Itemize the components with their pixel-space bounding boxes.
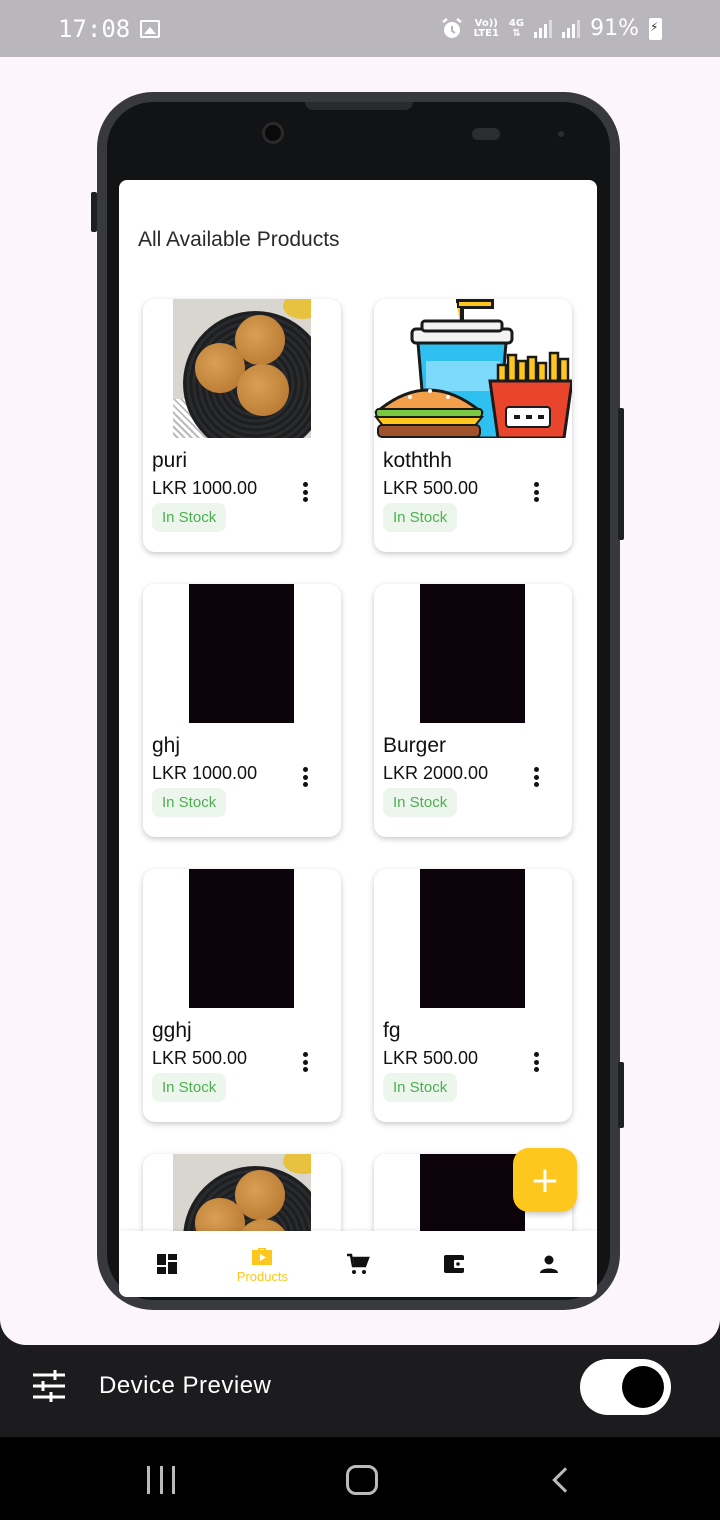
nav-wallet[interactable]	[414, 1252, 494, 1276]
stock-badge: In Stock	[152, 788, 227, 817]
product-image	[189, 584, 294, 723]
gallery-icon	[140, 19, 161, 38]
add-icon: +	[529, 1159, 561, 1201]
phone-frame: All Available Products puri LKR 1000.00	[91, 92, 624, 1310]
more-vert-icon[interactable]	[295, 1050, 315, 1074]
product-card[interactable]: fg LKR 500.00 In Stock	[374, 869, 572, 1122]
app-screen: All Available Products puri LKR 1000.00	[119, 180, 597, 1297]
status-bar: 17:08 Vo)) LTE1 4G ⇅ 91%	[0, 0, 720, 57]
products-icon	[252, 1247, 273, 1265]
battery-percent: 91%	[590, 16, 639, 41]
network-type: 4G ⇅	[508, 17, 525, 39]
status-icons: Vo)) LTE1 4G ⇅ 91%	[440, 16, 662, 41]
camera-icon	[262, 122, 284, 144]
device-preview-area: All Available Products puri LKR 1000.00	[0, 57, 720, 1345]
signal-icon	[562, 19, 581, 38]
status-time: 17:08	[58, 14, 131, 43]
product-image	[173, 299, 311, 438]
product-price: LKR 1000.00	[152, 478, 258, 498]
volte-top-label: Vo))	[474, 17, 498, 29]
product-card[interactable]: koththh LKR 500.00 In Stock	[374, 299, 572, 552]
back-icon[interactable]	[552, 1467, 578, 1493]
nav-cart[interactable]	[318, 1252, 398, 1276]
nav-profile[interactable]	[509, 1252, 589, 1276]
cart-icon	[346, 1253, 370, 1274]
phone-volume-button	[618, 1062, 624, 1128]
phone-power-button	[618, 408, 624, 540]
stock-badge: In Stock	[152, 503, 227, 532]
bottom-navigation: Products	[119, 1231, 597, 1297]
alarm-icon	[441, 17, 462, 38]
signal-icon	[534, 19, 553, 38]
home-icon[interactable]	[346, 1465, 378, 1495]
dashboard-icon	[156, 1254, 177, 1274]
product-image	[420, 869, 525, 1008]
profile-icon	[540, 1255, 559, 1273]
product-card[interactable]: Burger LKR 2000.00 In Stock	[374, 584, 572, 837]
more-vert-icon[interactable]	[295, 480, 315, 504]
product-price: LKR 500.00	[383, 478, 479, 498]
product-card[interactable]: gghj LKR 500.00 In Stock	[143, 869, 341, 1122]
phone-notch	[305, 102, 413, 110]
device-preview-label: Device Preview	[99, 1372, 272, 1399]
product-name: fg	[383, 1019, 401, 1042]
speaker-grille	[472, 128, 500, 140]
stock-badge: In Stock	[383, 1073, 458, 1102]
sensor-dot	[558, 131, 564, 137]
more-vert-icon[interactable]	[295, 765, 315, 789]
nav-products[interactable]: Products	[222, 1245, 302, 1284]
more-vert-icon[interactable]	[526, 1050, 546, 1074]
battery-charging-icon	[649, 17, 662, 40]
product-price: LKR 500.00	[383, 1048, 479, 1068]
tune-icon[interactable]	[33, 1370, 65, 1402]
page-title: All Available Products	[138, 228, 340, 251]
stock-badge: In Stock	[383, 503, 458, 532]
product-name: puri	[152, 449, 188, 472]
add-product-button[interactable]: +	[513, 1148, 577, 1212]
product-image	[374, 299, 572, 438]
nav-dashboard[interactable]	[127, 1252, 207, 1276]
product-price: LKR 500.00	[152, 1048, 248, 1068]
product-name: ghj	[152, 734, 181, 757]
volte-bottom-label: LTE1	[473, 27, 499, 39]
data-arrows-icon: ⇅	[512, 27, 521, 39]
product-name: koththh	[383, 449, 452, 472]
device-preview-toggle[interactable]	[580, 1359, 671, 1415]
more-vert-icon[interactable]	[526, 765, 546, 789]
more-vert-icon[interactable]	[526, 480, 546, 504]
wallet-icon	[443, 1255, 465, 1273]
product-name: Burger	[383, 734, 447, 757]
device-preview-bar: Device Preview	[0, 1345, 720, 1437]
stock-badge: In Stock	[383, 788, 458, 817]
product-card[interactable]: ghj LKR 1000.00 In Stock	[143, 584, 341, 837]
product-image	[189, 869, 294, 1008]
stock-badge: In Stock	[152, 1073, 227, 1102]
product-image	[420, 584, 525, 723]
network-type-label: 4G	[508, 17, 525, 29]
product-price: LKR 1000.00	[152, 763, 258, 783]
phone-side-button	[91, 192, 97, 232]
toggle-knob	[622, 1366, 664, 1408]
product-name: gghj	[152, 1019, 192, 1042]
product-card[interactable]: puri LKR 1000.00 In Stock	[143, 299, 341, 552]
system-navigation-bar	[0, 1437, 720, 1520]
recent-apps-icon[interactable]	[147, 1466, 175, 1494]
product-price: LKR 2000.00	[383, 763, 489, 783]
volte-indicator: Vo)) LTE1	[473, 17, 499, 39]
nav-products-label: Products	[236, 1268, 289, 1284]
